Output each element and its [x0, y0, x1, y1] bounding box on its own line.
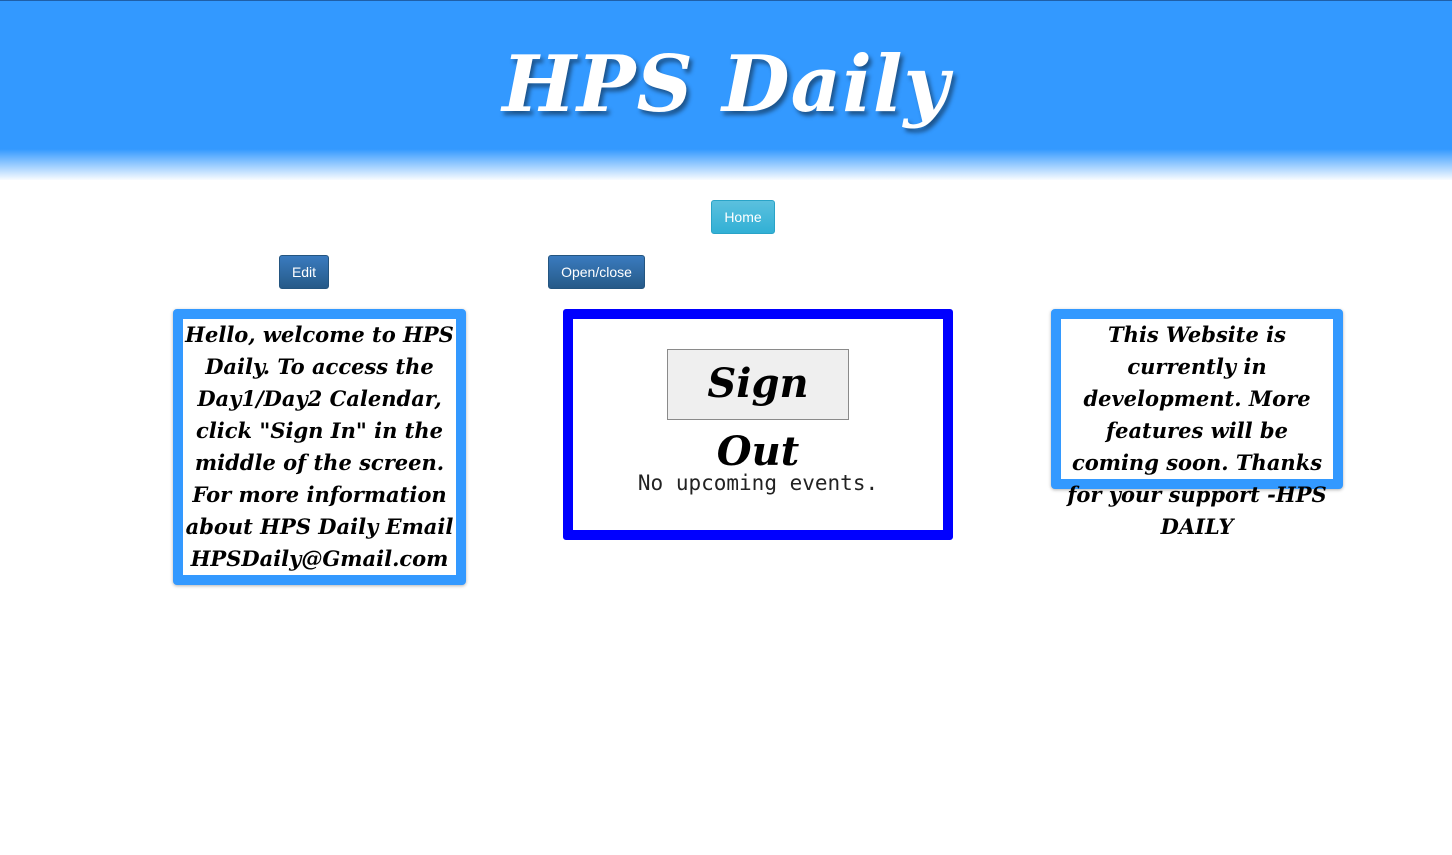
- development-notice-card: This Website is currently in development…: [1051, 309, 1343, 539]
- sign-out-button[interactable]: Sign Out: [667, 349, 849, 475]
- edit-button[interactable]: Edit: [279, 255, 329, 289]
- development-notice-text: This Website is currently in development…: [1067, 322, 1327, 539]
- home-button[interactable]: Home: [711, 200, 775, 234]
- open-close-button[interactable]: Open/close: [548, 255, 645, 289]
- welcome-card: Hello, welcome to HPS Daily. To access t…: [173, 309, 466, 585]
- calendar-card: Sign Out No upcoming events.: [563, 309, 953, 540]
- site-header: HPS Daily: [0, 0, 1452, 180]
- events-status: No upcoming events.: [637, 471, 879, 495]
- welcome-text: Hello, welcome to HPS Daily. To access t…: [185, 322, 454, 571]
- site-title: HPS Daily: [502, 39, 950, 130]
